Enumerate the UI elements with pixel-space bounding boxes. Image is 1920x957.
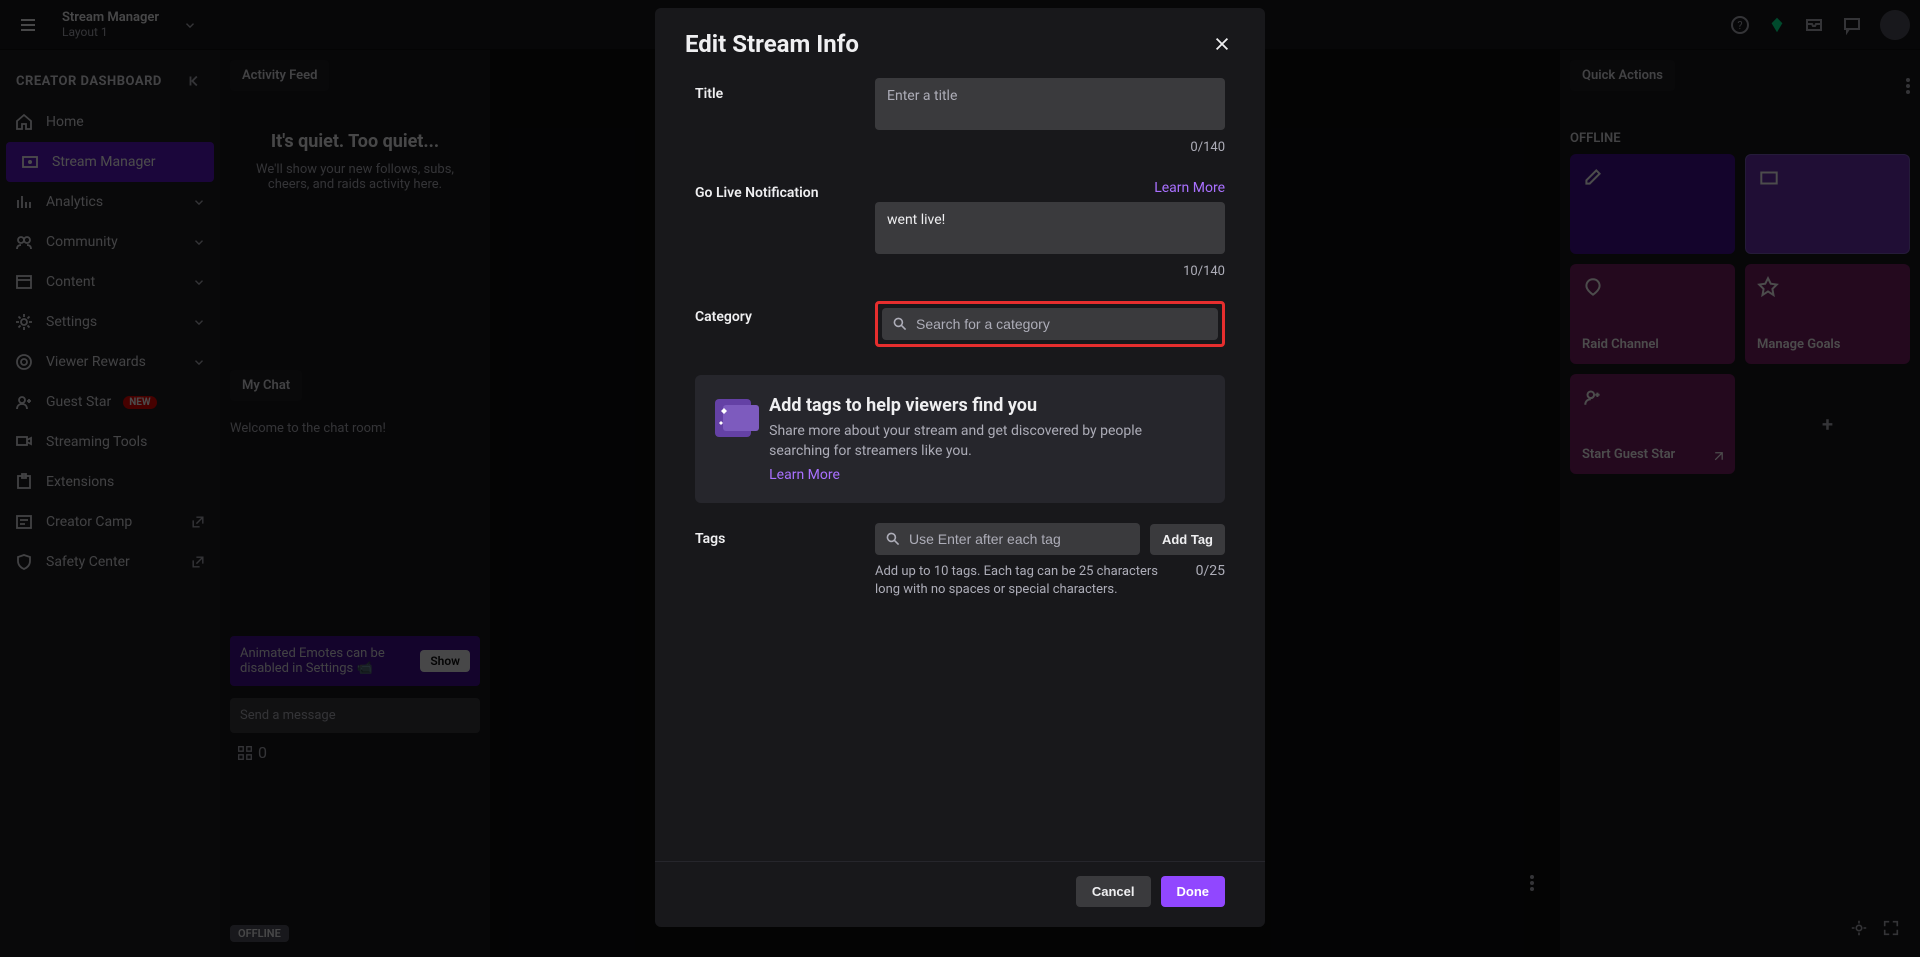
done-button[interactable]: Done [1161,876,1226,907]
title-label: Title [695,78,875,169]
edit-stream-modal: Edit Stream Info Title 0/140 Go Live Not… [655,8,1265,927]
cancel-button[interactable]: Cancel [1076,876,1151,907]
tags-info-body: Share more about your stream and get dis… [769,422,1205,461]
title-count: 0/140 [875,140,1225,155]
tags-search[interactable] [875,523,1140,555]
tags-count: 0/25 [1196,563,1225,599]
tags-info-title: Add tags to help viewers find you [769,395,1205,416]
tags-learn-more-link[interactable]: Learn More [769,467,840,483]
sparkle-icon [715,399,751,437]
modal-title: Edit Stream Info [685,30,859,58]
golive-count: 10/140 [875,264,1225,279]
search-icon [885,531,901,547]
golive-learn-more-link[interactable]: Learn More [1154,180,1225,196]
title-input[interactable] [875,78,1225,130]
category-highlight-box [875,301,1225,347]
golive-label: Go Live Notification [695,185,819,201]
add-tag-button[interactable]: Add Tag [1150,524,1225,555]
close-icon[interactable] [1209,31,1235,57]
modal-overlay: Edit Stream Info Title 0/140 Go Live Not… [0,0,1920,957]
search-icon [892,316,908,332]
tags-help-text: Add up to 10 tags. Each tag can be 25 ch… [875,563,1186,599]
golive-input[interactable]: went live! [875,202,1225,254]
category-input[interactable] [916,316,1208,332]
tags-input[interactable] [909,531,1130,547]
tags-info-box: Add tags to help viewers find you Share … [695,375,1225,503]
category-search[interactable] [882,308,1218,340]
category-label: Category [695,301,875,347]
tags-label: Tags [695,523,875,599]
